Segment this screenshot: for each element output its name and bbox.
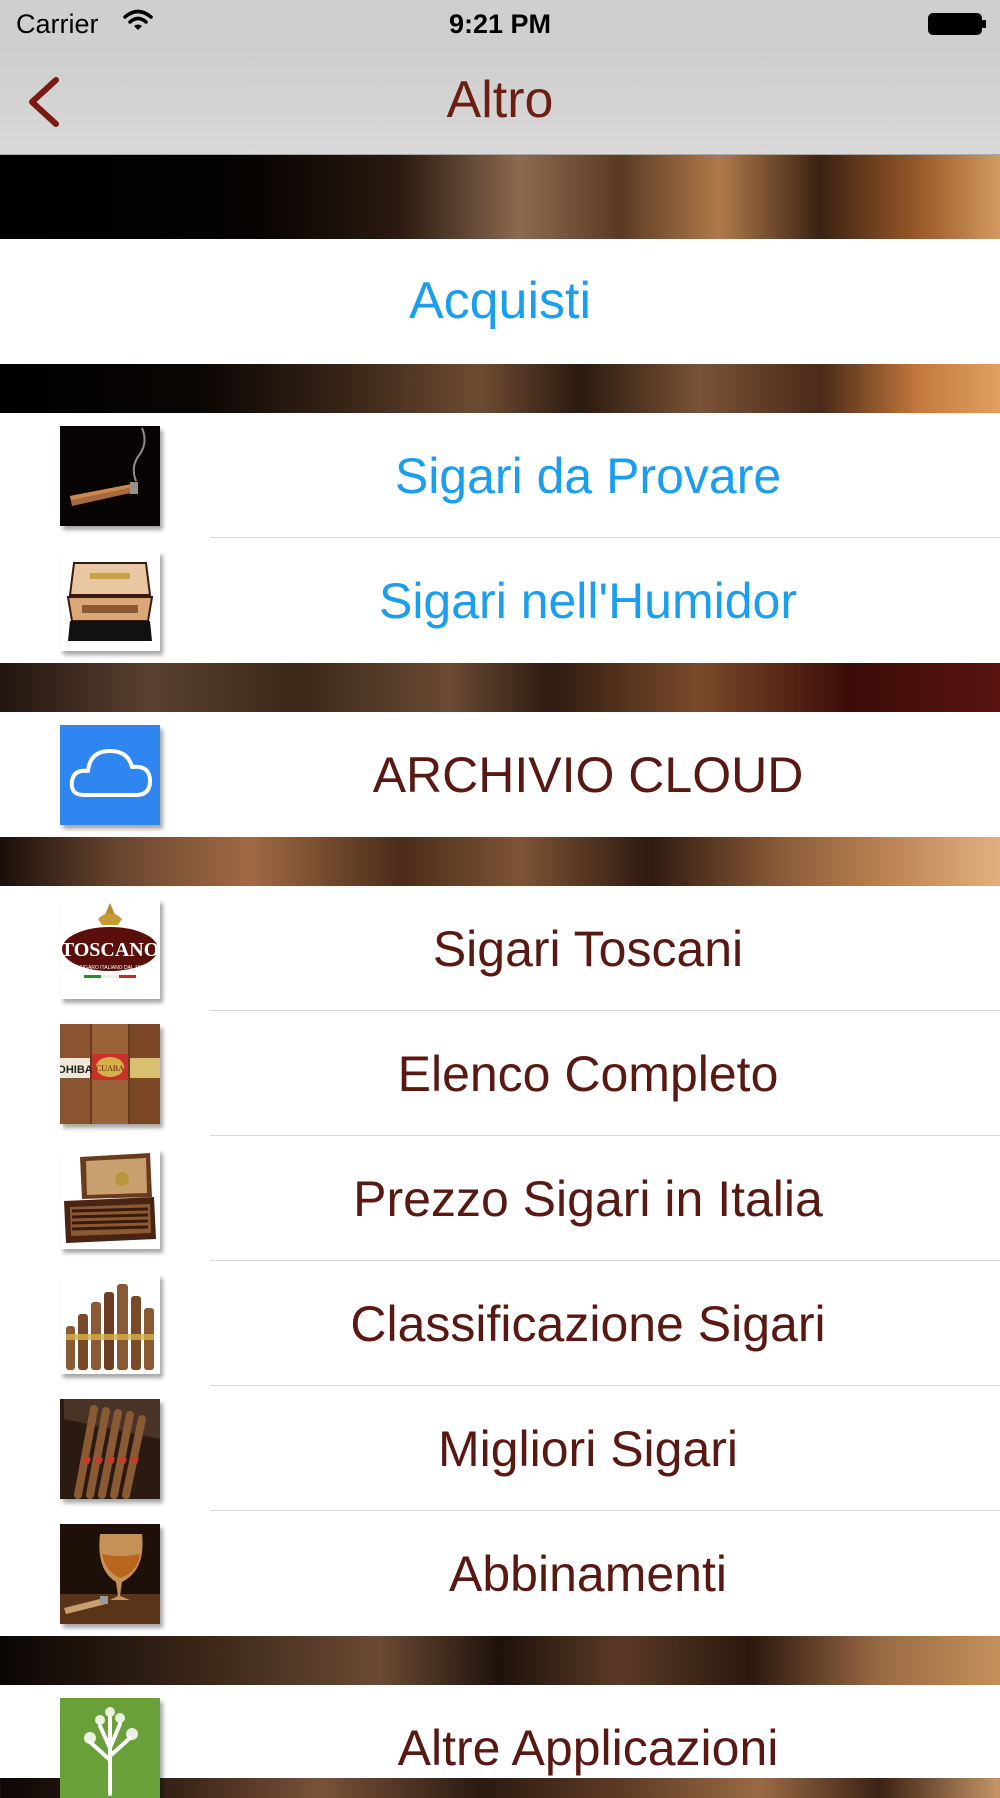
list-item-migliori-sigari[interactable]: Migliori Sigari	[0, 1386, 1000, 1511]
list-item-label: Altre Applicazioni	[397, 1720, 779, 1776]
list-item-label: Sigari Toscani	[432, 921, 744, 977]
section-divider	[0, 663, 1000, 712]
battery-icon	[928, 13, 986, 35]
tree-icon	[60, 1698, 160, 1798]
cigar-box-icon	[60, 1149, 160, 1249]
page-title: Altro	[446, 71, 554, 129]
status-bar: Carrier 9:21 PM	[0, 0, 1000, 48]
cigar-band-left: OHIBA	[60, 1064, 93, 1076]
list-item-sigari-toscani[interactable]: TOSCANO IL SIGARO ITALIANO DAL 1818 Siga…	[0, 886, 1000, 1011]
toscano-brand: TOSCANO	[61, 939, 160, 961]
cigar-bands-icon: OHIBA CUABA	[60, 1024, 160, 1124]
purchases-cell[interactable]: Acquisti	[0, 239, 1000, 364]
list-item-sigari-humidor[interactable]: Sigari nell'Humidor	[0, 538, 1000, 663]
list-item-classificazione[interactable]: Classificazione Sigari	[0, 1261, 1000, 1386]
list-item-label: Sigari nell'Humidor	[378, 573, 798, 629]
humidor-icon	[60, 551, 160, 651]
purchases-label: Acquisti	[408, 272, 592, 330]
cigar-sizes-icon	[60, 1274, 160, 1374]
list-item-label: ARCHIVIO CLOUD	[372, 747, 804, 803]
list-item-label: Abbinamenti	[449, 1546, 727, 1602]
status-time: 9:21 PM	[448, 9, 552, 39]
brandy-glass-icon	[60, 1524, 160, 1624]
cloud-icon	[60, 725, 160, 825]
cloud-archive-cell[interactable]: ARCHIVIO CLOUD	[0, 712, 1000, 837]
toscano-tagline: IL SIGARO ITALIANO DAL 1818	[74, 965, 146, 971]
cigar-smoke-icon	[60, 426, 160, 526]
list-item-abbinamenti[interactable]: Abbinamenti	[0, 1511, 1000, 1636]
list-item-label: Sigari da Provare	[394, 448, 782, 504]
section-divider	[0, 364, 1000, 413]
cigar-set-icon	[60, 1399, 160, 1499]
navigation-bar: Altro	[0, 48, 1000, 155]
list-item-label: Elenco Completo	[397, 1046, 779, 1102]
section-divider	[0, 155, 1000, 239]
list-item-sigari-da-provare[interactable]: Sigari da Provare	[0, 413, 1000, 538]
section-divider	[0, 1636, 1000, 1685]
toscano-logo: TOSCANO IL SIGARO ITALIANO DAL 1818	[60, 899, 160, 999]
list-item-elenco-completo[interactable]: OHIBA CUABA Elenco Completo	[0, 1011, 1000, 1136]
section-divider	[0, 837, 1000, 886]
list-item-label: Migliori Sigari	[437, 1421, 739, 1477]
list-item-label: Prezzo Sigari in Italia	[353, 1171, 823, 1227]
list-item-altre-applicazioni[interactable]: Altre Applicazioni	[0, 1685, 1000, 1798]
list-item-label: Classificazione Sigari	[350, 1296, 826, 1352]
cigar-band-center: CUABA	[96, 1064, 124, 1073]
list-item-prezzo-sigari[interactable]: Prezzo Sigari in Italia	[0, 1136, 1000, 1261]
